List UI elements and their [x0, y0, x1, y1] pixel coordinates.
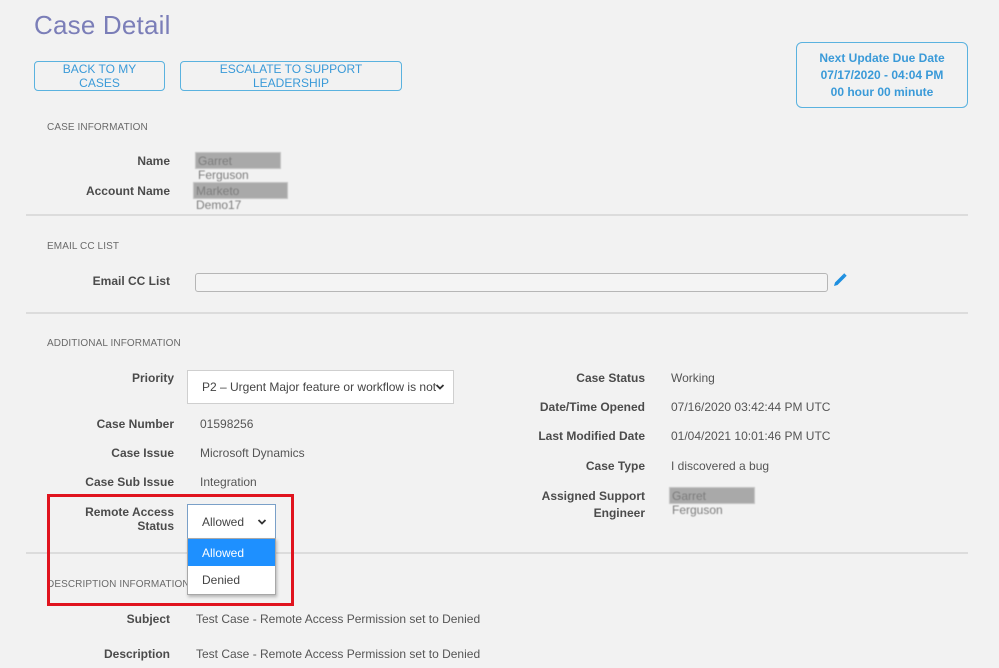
case-issue-label: Case Issue [111, 446, 174, 460]
email-cc-input[interactable] [195, 273, 828, 292]
case-number-label: Case Number [96, 417, 174, 431]
escalate-button[interactable]: ESCALATE TO SUPPORT LEADERSHIP [180, 61, 402, 91]
priority-selected-value: P2 – Urgent Major feature or workflow is… [202, 380, 437, 394]
subject-value: Test Case - Remote Access Permission set… [196, 612, 481, 626]
remote-access-selected-value: Allowed [202, 514, 245, 529]
section-divider [26, 214, 968, 216]
description-information-heading: DESCRIPTION INFORMATION [47, 579, 190, 590]
additional-information-heading: ADDITIONAL INFORMATION [47, 338, 181, 349]
account-name-value-redacted: Marketo Demo17 [193, 182, 288, 212]
email-cc-heading: EMAIL CC LIST [47, 241, 120, 252]
last-modified-label: Last Modified Date [538, 429, 645, 443]
subject-label: Subject [126, 612, 170, 626]
next-update-remaining: 00 hour 00 minute [830, 84, 934, 99]
chevron-down-icon [257, 518, 267, 525]
back-to-my-cases-button[interactable]: BACK TO MY CASES [34, 61, 165, 91]
assigned-engineer-value-redacted: Garret Ferguson [669, 487, 755, 517]
remote-access-status-select[interactable]: Allowed [187, 504, 276, 539]
priority-select[interactable]: P2 – Urgent Major feature or workflow is… [187, 370, 454, 404]
case-information-heading: CASE INFORMATION [47, 122, 148, 133]
dropdown-option-allowed[interactable]: Allowed [188, 539, 275, 566]
section-divider [26, 552, 968, 554]
email-cc-label: Email CC List [92, 274, 170, 288]
name-label: Name [137, 154, 170, 168]
next-update-date: 07/17/2020 - 04:04 PM [820, 67, 944, 82]
assigned-engineer-label: Assigned Support Engineer [541, 489, 645, 520]
account-name-label: Account Name [85, 184, 170, 198]
case-type-label: Case Type [585, 459, 645, 473]
priority-label: Priority [131, 371, 174, 385]
name-value-redacted: Garret Ferguson [195, 152, 281, 182]
next-update-due-box: Next Update Due Date 07/17/2020 - 04:04 … [796, 42, 968, 108]
remote-access-status-label: Remote Access Status [85, 505, 174, 533]
chevron-down-icon [435, 384, 445, 390]
section-divider [26, 312, 968, 314]
case-issue-value: Microsoft Dynamics [200, 446, 305, 460]
case-sub-issue-value: Integration [200, 475, 257, 489]
case-number-value: 01598256 [200, 417, 254, 431]
dropdown-option-denied[interactable]: Denied [188, 566, 275, 593]
case-sub-issue-label: Case Sub Issue [85, 475, 174, 489]
date-opened-value: 07/16/2020 03:42:44 PM UTC [671, 400, 831, 414]
case-status-value: Working [671, 371, 715, 385]
next-update-title: Next Update Due Date [819, 50, 945, 65]
date-opened-label: Date/Time Opened [539, 400, 645, 414]
case-status-label: Case Status [576, 371, 645, 385]
last-modified-value: 01/04/2021 10:01:46 PM UTC [671, 429, 831, 443]
description-label: Description [103, 647, 170, 661]
case-type-value: I discovered a bug [671, 459, 770, 473]
remote-access-dropdown-list: Allowed Denied [187, 538, 276, 595]
description-value: Test Case - Remote Access Permission set… [196, 647, 481, 661]
page-title: Case Detail [34, 10, 171, 40]
pencil-icon[interactable] [832, 272, 848, 288]
